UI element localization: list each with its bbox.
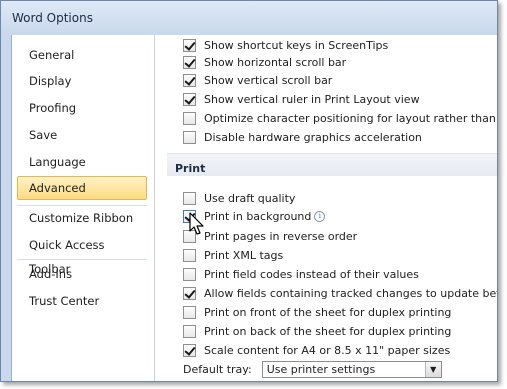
window-title: Word Options: [12, 11, 93, 25]
option-label: Print field codes instead of their value…: [204, 267, 419, 281]
option-allow-fields-tracked-changes[interactable]: Allow fields containing tracked changes …: [183, 285, 497, 301]
sidebar-item-general[interactable]: General: [17, 43, 147, 67]
option-label: Scale content for A4 or 8.5 x 11" paper …: [204, 343, 451, 357]
print-section-title: Print: [175, 162, 206, 175]
default-tray-value: Use printer settings: [266, 363, 376, 376]
sidebar-divider: [17, 259, 147, 260]
option-print-reverse-order[interactable]: Print pages in reverse order: [183, 228, 357, 244]
sidebar-item-add-ins[interactable]: Add-Ins: [17, 262, 147, 286]
option-label: Print on front of the sheet for duplex p…: [204, 305, 452, 319]
checkbox[interactable]: [183, 38, 196, 52]
option-disable-hardware-acceleration[interactable]: Disable hardware graphics acceleration: [183, 129, 422, 145]
sidebar-item-proofing[interactable]: Proofing: [17, 96, 147, 120]
option-label: Show vertical ruler in Print Layout view: [204, 92, 420, 106]
option-use-draft-quality[interactable]: Use draft quality: [183, 190, 295, 206]
option-print-xml-tags[interactable]: Print XML tags: [183, 247, 283, 263]
dropdown-arrow-icon[interactable]: ▼: [424, 362, 441, 377]
checkbox[interactable]: [183, 305, 196, 319]
option-show-vertical-scroll-bar[interactable]: Show vertical scroll bar: [183, 72, 332, 88]
option-label: Show shortcut keys in ScreenTips: [204, 38, 389, 52]
option-label: Print pages in reverse order: [204, 229, 358, 243]
sidebar-item-trust-center[interactable]: Trust Center: [17, 289, 147, 313]
option-label: Show vertical scroll bar: [204, 73, 333, 87]
option-print-field-codes[interactable]: Print field codes instead of their value…: [183, 266, 419, 282]
option-show-vertical-ruler[interactable]: Show vertical ruler in Print Layout view: [183, 91, 420, 107]
option-label: Print in background: [204, 209, 312, 223]
options-content: Show shortcut keys in ScreenTips Show ho…: [155, 35, 497, 381]
option-print-front-duplex[interactable]: Print on front of the sheet for duplex p…: [183, 304, 451, 320]
checkbox[interactable]: [183, 111, 196, 125]
option-optimize-character-positioning[interactable]: Optimize character positioning for layou…: [183, 110, 497, 126]
option-label: Print on back of the sheet for duplex pr…: [204, 324, 452, 338]
section-header-band: [167, 154, 497, 176]
option-label: Use draft quality: [204, 191, 296, 205]
option-label: Allow fields containing tracked changes …: [204, 286, 497, 300]
checkbox[interactable]: [183, 191, 196, 205]
window-frame: [1, 35, 11, 381]
sidebar-item-customize-ribbon[interactable]: Customize Ribbon: [17, 206, 147, 230]
option-label: Print XML tags: [204, 248, 284, 262]
info-icon: i: [314, 210, 326, 222]
checkbox[interactable]: [183, 130, 196, 144]
default-tray-label: Default tray:: [183, 363, 252, 376]
sidebar-item-display[interactable]: Display: [17, 69, 147, 93]
sidebar-item-save[interactable]: Save: [17, 123, 147, 147]
option-label: Show horizontal scroll bar: [204, 55, 347, 69]
default-tray-row: Default tray: Use printer settings ▼: [183, 361, 442, 378]
checkbox[interactable]: [183, 286, 196, 300]
sidebar-item-advanced[interactable]: Advanced: [17, 176, 147, 200]
word-options-window: Word Options General Display Proofing Sa…: [0, 0, 498, 382]
checkbox[interactable]: [183, 324, 196, 338]
mouse-pointer-icon: [189, 212, 204, 235]
sidebar-item-language[interactable]: Language: [17, 150, 147, 174]
option-scale-content-a4[interactable]: Scale content for A4 or 8.5 x 11" paper …: [183, 342, 450, 358]
checkbox[interactable]: [183, 267, 196, 281]
checkbox[interactable]: [183, 343, 196, 357]
title-bar: Word Options: [1, 1, 497, 35]
options-sidebar: General Display Proofing Save Language A…: [11, 35, 155, 381]
default-tray-select[interactable]: Use printer settings ▼: [261, 361, 442, 378]
option-label: Optimize character positioning for layou…: [204, 111, 497, 125]
option-label: Disable hardware graphics acceleration: [204, 130, 422, 144]
checkbox[interactable]: [183, 55, 196, 69]
sidebar-item-quick-access-toolbar[interactable]: Quick Access Toolbar: [17, 233, 147, 276]
option-show-horizontal-scroll-bar[interactable]: Show horizontal scroll bar: [183, 54, 346, 70]
option-print-back-duplex[interactable]: Print on back of the sheet for duplex pr…: [183, 323, 451, 339]
option-show-shortcut-keys[interactable]: Show shortcut keys in ScreenTips: [183, 37, 388, 53]
checkbox[interactable]: [183, 248, 196, 262]
checkbox[interactable]: [183, 73, 196, 87]
checkbox[interactable]: [183, 92, 196, 106]
